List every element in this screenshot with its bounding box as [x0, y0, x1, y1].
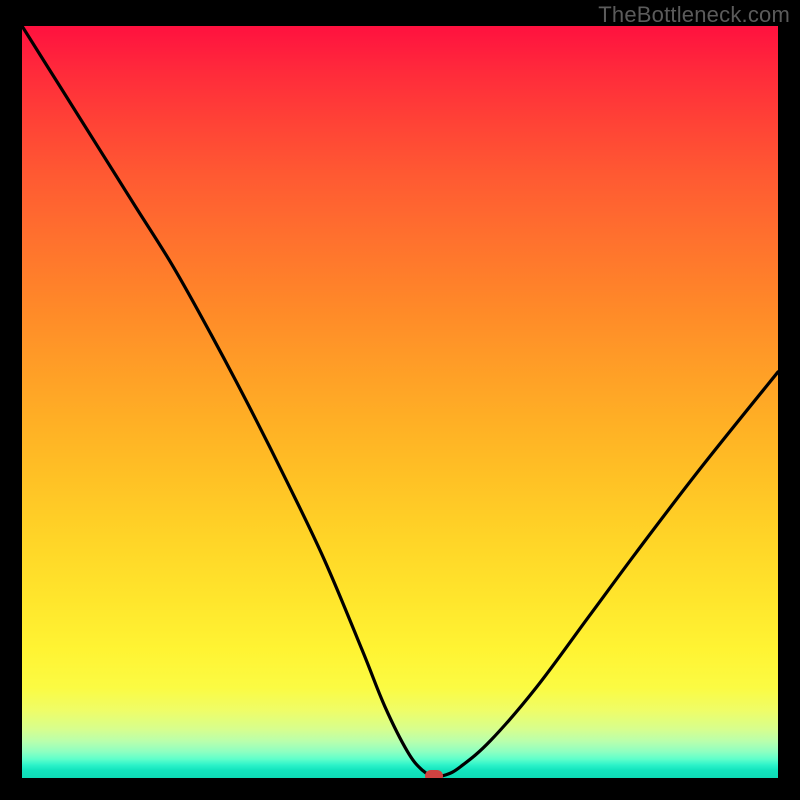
bottleneck-curve: [22, 26, 778, 776]
curve-svg: [22, 26, 778, 778]
watermark-text: TheBottleneck.com: [598, 2, 790, 28]
min-marker: [425, 770, 443, 778]
plot-area: [22, 26, 778, 778]
chart-frame: TheBottleneck.com: [0, 0, 800, 800]
